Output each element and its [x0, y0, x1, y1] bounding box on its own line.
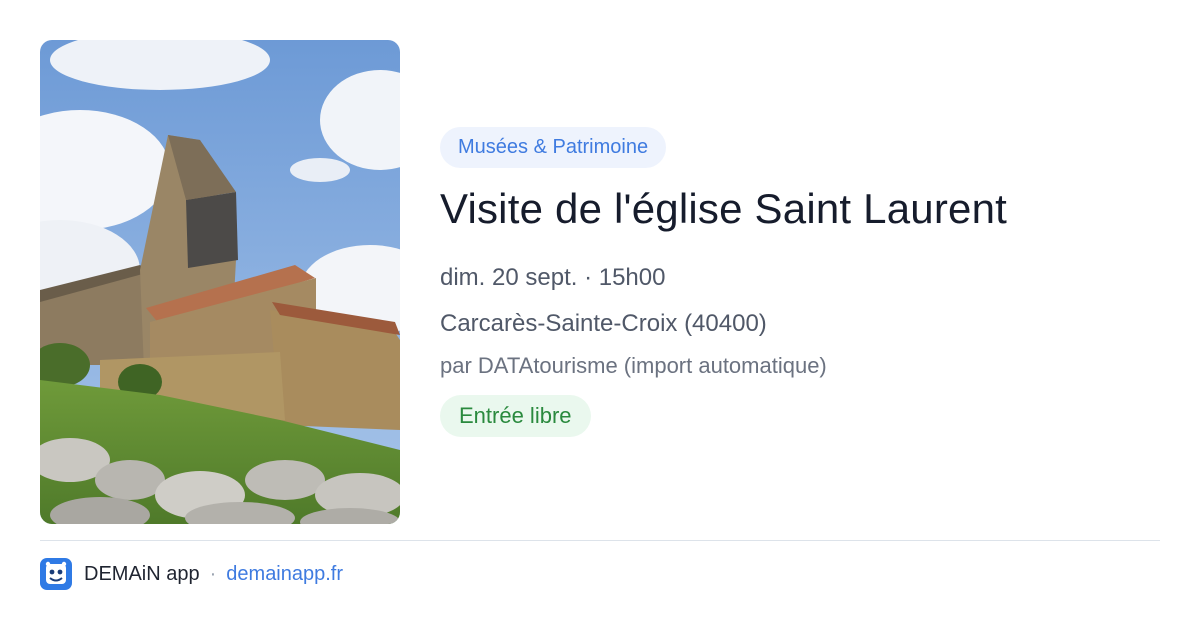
divider [40, 540, 1160, 541]
event-datetime: dim. 20 sept. · 15h00 [440, 264, 666, 291]
price-badge: Entrée libre [440, 395, 591, 437]
category-badge[interactable]: Musées & Patrimoine [440, 127, 667, 168]
site-link[interactable]: demainapp.fr [226, 563, 343, 586]
event-title[interactable]: Visite de l'église Saint Laurent [440, 185, 1007, 233]
event-location: Carcarès-Sainte-Croix (40400) [440, 310, 767, 337]
footer: DEMAiN app · demainapp.fr [40, 557, 343, 591]
event-photo [40, 40, 400, 524]
event-organizer: par DATAtourisme (import automatique) [440, 353, 827, 378]
footer-separator: · [209, 562, 217, 585]
demain-logo-icon[interactable] [40, 558, 72, 590]
app-name: DEMAiN app [84, 562, 200, 585]
